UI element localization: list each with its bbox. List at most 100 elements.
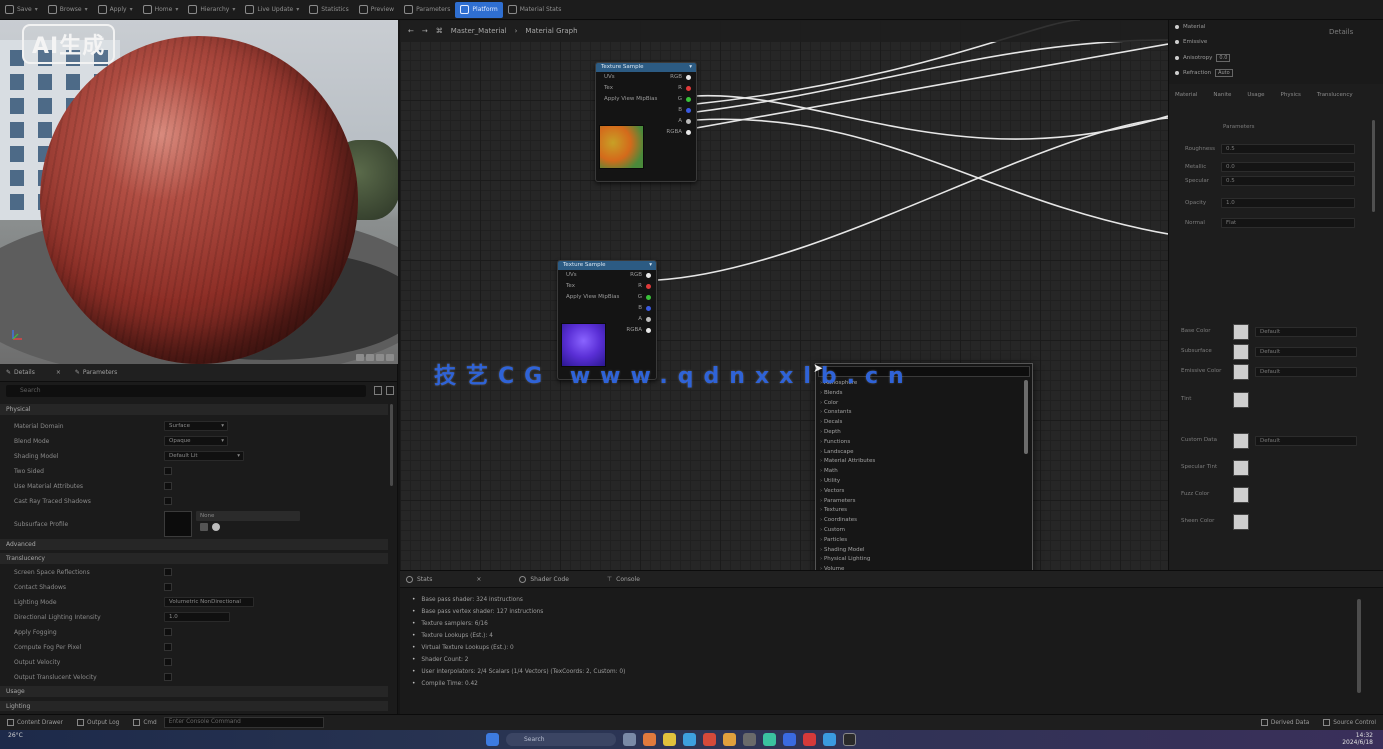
color-swatch[interactable]: [1233, 433, 1249, 449]
menu-category-item[interactable]: Decals: [820, 418, 1032, 428]
node-pin-row[interactable]: B: [558, 303, 656, 314]
menu-category-item[interactable]: Coordinates: [820, 516, 1032, 526]
right-tab-4[interactable]: Translucency: [1317, 92, 1353, 98]
tab-console[interactable]: ⊤ Console: [607, 576, 640, 583]
plane-shape-icon[interactable]: [376, 354, 384, 361]
cmd-button[interactable]: Cmd: [126, 716, 163, 730]
toolbar-item-3[interactable]: Home ▾: [138, 2, 184, 18]
content-drawer-button[interactable]: Content Drawer: [0, 716, 70, 730]
property-dropdown[interactable]: Opaque ▾: [164, 436, 228, 446]
system-clock[interactable]: 14:32 2024/6/18: [1342, 732, 1373, 746]
color-row-field[interactable]: Default: [1255, 347, 1357, 357]
menu-category-item[interactable]: Color: [820, 399, 1032, 409]
property-checkbox[interactable]: [164, 673, 172, 681]
tab-details[interactable]: ✎ Details ×: [6, 369, 61, 376]
menu-category-item[interactable]: Vectors: [820, 487, 1032, 497]
toolbar-item-10[interactable]: Material Stats: [503, 2, 567, 18]
table-view-icon[interactable]: [374, 386, 382, 395]
toolbar-item-0[interactable]: Save ▾: [0, 2, 43, 18]
mail-icon[interactable]: [683, 733, 696, 746]
output-row[interactable]: Emissive: [1175, 39, 1207, 45]
forward-arrow-icon[interactable]: →: [422, 27, 428, 35]
chevron-down-icon[interactable]: ▾: [232, 6, 235, 13]
output-pin[interactable]: [686, 86, 691, 91]
output-row[interactable]: Refraction Auto: [1175, 69, 1233, 77]
property-checkbox[interactable]: [164, 658, 172, 666]
material-preview-viewport[interactable]: AI生成: [0, 20, 398, 364]
app-icon[interactable]: [723, 733, 736, 746]
output-row[interactable]: Material: [1175, 24, 1205, 30]
output-pin[interactable]: [646, 273, 651, 278]
property-checkbox[interactable]: [164, 628, 172, 636]
node-pin-row[interactable]: Tex R: [558, 281, 656, 292]
derived-data-button[interactable]: Derived Data: [1254, 716, 1316, 730]
output-pin[interactable]: [646, 284, 651, 289]
breadcrumb-graph[interactable]: Material Graph: [525, 27, 577, 35]
property-dropdown[interactable]: Surface ▾: [164, 421, 228, 431]
node-pin-row[interactable]: UVs RGB: [558, 270, 656, 281]
property-checkbox[interactable]: [164, 497, 172, 505]
property-checkbox[interactable]: [164, 643, 172, 651]
settings-icon[interactable]: [386, 386, 394, 395]
output-pin[interactable]: [646, 295, 651, 300]
field-input[interactable]: 1.0: [1221, 198, 1355, 208]
color-swatch[interactable]: [1233, 364, 1249, 380]
category-translucency[interactable]: Translucency: [0, 553, 388, 564]
toolbar-item-9[interactable]: Platform: [455, 1, 503, 18]
output-pin[interactable]: [686, 97, 691, 102]
menu-category-item[interactable]: Constants: [820, 408, 1032, 418]
browser-icon[interactable]: [643, 733, 656, 746]
menu-category-item[interactable]: Math: [820, 467, 1032, 477]
texture-sample-node[interactable]: Texture Sample ▾ UVs RGB Tex R Apply View …: [595, 62, 697, 182]
subsurface-dropdown[interactable]: None: [196, 511, 300, 521]
reset-icon[interactable]: [200, 523, 208, 531]
color-swatch[interactable]: [1233, 344, 1249, 360]
node-pin-row[interactable]: Tex R: [596, 83, 696, 94]
category-advanced[interactable]: Advanced: [0, 539, 388, 550]
toolbar-item-6[interactable]: Statistics: [304, 2, 353, 18]
settings-icon[interactable]: [743, 733, 756, 746]
console-command-input[interactable]: Enter Console Command: [163, 717, 324, 728]
right-tab-2[interactable]: Usage: [1247, 92, 1264, 98]
color-swatch[interactable]: [1233, 460, 1249, 476]
property-checkbox[interactable]: [164, 482, 172, 490]
tab-parameters[interactable]: ✎ Parameters: [75, 369, 117, 376]
menu-category-item[interactable]: Particles: [820, 536, 1032, 546]
color-swatch[interactable]: [1233, 324, 1249, 340]
node-title[interactable]: Texture Sample ▾: [596, 63, 696, 72]
edge-icon[interactable]: [823, 733, 836, 746]
menu-category-item[interactable]: Material Attributes: [820, 457, 1032, 467]
menu-category-item[interactable]: Shading Model: [820, 546, 1032, 556]
toolbar-item-4[interactable]: Hierarchy ▾: [183, 2, 240, 18]
back-arrow-icon[interactable]: ←: [408, 27, 414, 35]
output-pin[interactable]: [646, 317, 651, 322]
chevron-down-icon[interactable]: ▾: [85, 6, 88, 13]
output-pin[interactable]: [646, 328, 651, 333]
tab-shader-code[interactable]: Shader Code: [519, 575, 569, 583]
toolbar-item-5[interactable]: Live Update ▾: [240, 2, 304, 18]
browse-icon[interactable]: [212, 523, 220, 531]
output-pin[interactable]: [686, 108, 691, 113]
chat-icon[interactable]: [763, 733, 776, 746]
menu-category-item[interactable]: Functions: [820, 438, 1032, 448]
field-input[interactable]: 0.5: [1221, 176, 1355, 186]
menu-category-item[interactable]: Custom: [820, 526, 1032, 536]
start-icon[interactable]: [486, 733, 499, 746]
node-search-menu[interactable]: AtmosphereBlendsColorConstantsDecalsDept…: [815, 363, 1033, 585]
toolbar-item-1[interactable]: Browse ▾: [43, 2, 93, 18]
toolbar-item-2[interactable]: Apply ▾: [93, 2, 138, 18]
field-input[interactable]: Flat: [1221, 218, 1355, 228]
menu-category-item[interactable]: Parameters: [820, 497, 1032, 507]
category-usage[interactable]: Usage: [0, 686, 388, 697]
color-row-field[interactable]: Default: [1255, 327, 1357, 337]
color-swatch[interactable]: [1233, 392, 1249, 408]
right-panel-scrollbar[interactable]: [1372, 120, 1375, 212]
color-row-field[interactable]: Default: [1255, 436, 1357, 446]
chrome-icon[interactable]: [803, 733, 816, 746]
cube-shape-icon[interactable]: [366, 354, 374, 361]
breadcrumb-asset[interactable]: Master_Material: [451, 27, 507, 35]
property-value-field[interactable]: 1.0: [164, 612, 230, 622]
chevron-down-icon[interactable]: ▾: [296, 6, 299, 13]
toolbar-item-8[interactable]: Parameters: [399, 2, 455, 18]
node-pin-row[interactable]: B: [596, 105, 696, 116]
